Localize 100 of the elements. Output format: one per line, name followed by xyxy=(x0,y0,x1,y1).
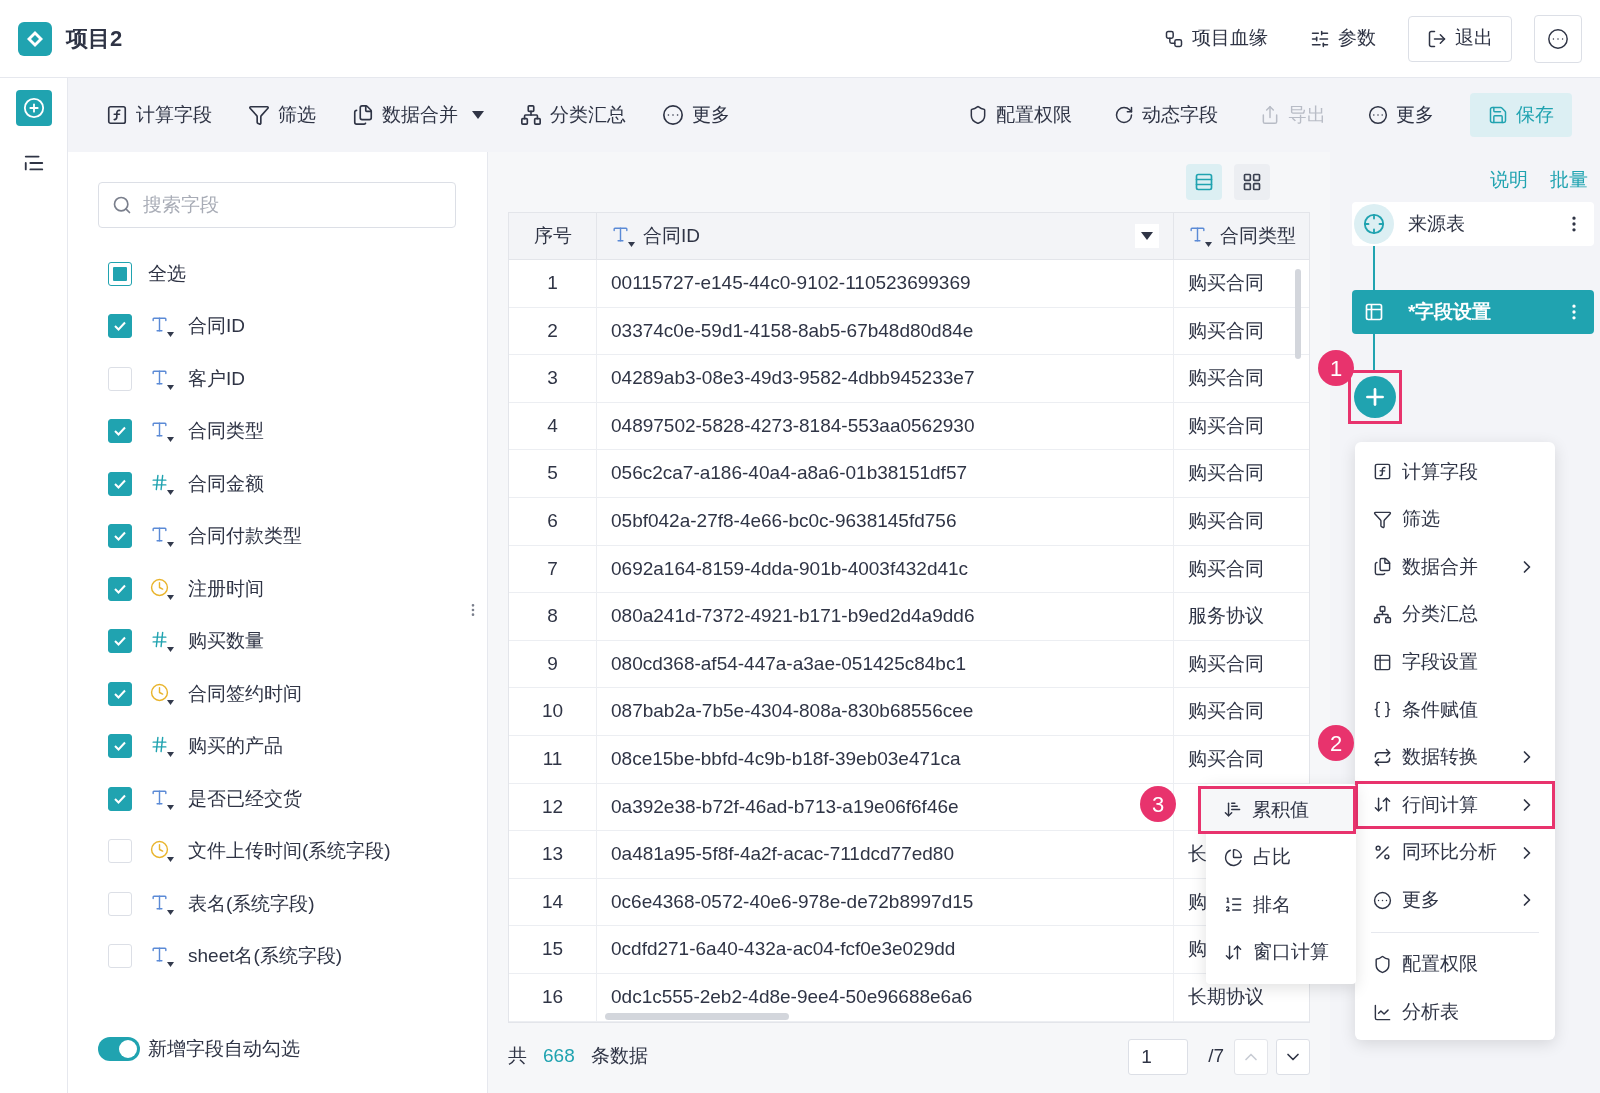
field-label: 购买的产品 xyxy=(188,734,283,758)
toolbar-button[interactable]: 更多 xyxy=(1362,93,1440,137)
number-type-icon xyxy=(150,630,174,653)
table-cell: 03374c0e-59d1-4158-8ab5-67b48d80d84e xyxy=(597,307,1174,355)
sort-arrows-icon xyxy=(1224,943,1243,963)
checkbox[interactable] xyxy=(108,262,132,286)
header-link[interactable]: 项目血缘 xyxy=(1154,15,1278,62)
checkbox[interactable] xyxy=(108,786,132,811)
number-type-icon xyxy=(150,472,174,495)
text-type-icon xyxy=(611,225,635,247)
table-cell: 6 xyxy=(509,497,597,545)
cumulative-icon xyxy=(1223,800,1242,820)
submenu-item[interactable]: 排名 xyxy=(1206,881,1356,929)
number-type-icon xyxy=(150,735,174,758)
table-cell: 4 xyxy=(509,402,597,450)
toolbar-button[interactable]: 分类汇总 xyxy=(510,93,636,137)
menu-item[interactable]: 条件赋值 xyxy=(1365,685,1545,734)
flow-node[interactable]: 来源表 xyxy=(1352,202,1594,246)
add-step-button[interactable] xyxy=(1354,376,1396,418)
hierarchy-icon xyxy=(520,104,542,126)
logout-button[interactable]: 退出 xyxy=(1408,15,1512,62)
toolbar-button[interactable]: 配置权限 xyxy=(962,93,1078,137)
checkbox[interactable] xyxy=(108,471,132,496)
filter-dropdown-icon[interactable] xyxy=(1135,224,1159,248)
checkbox[interactable] xyxy=(108,524,132,549)
checkbox[interactable] xyxy=(108,576,132,601)
checkmark-icon xyxy=(113,739,127,754)
more-icon xyxy=(1368,105,1388,125)
text-type-icon xyxy=(150,892,174,915)
table-cell: 0cdfd271-6a40-432a-ac04-fcf0e3e029dd xyxy=(597,926,1174,973)
more-button[interactable] xyxy=(1534,14,1582,63)
checkbox[interactable] xyxy=(108,314,132,339)
menu-item[interactable]: 配置权限 xyxy=(1365,940,1545,989)
rotate-icon xyxy=(1114,105,1134,125)
submenu-item[interactable]: 占比 xyxy=(1206,833,1356,882)
text-type-icon xyxy=(150,367,174,390)
table-cell: 8 xyxy=(509,593,597,640)
text-type-icon xyxy=(150,525,174,548)
menu-item[interactable]: 字段设置 xyxy=(1365,638,1545,686)
ranking-icon xyxy=(1224,895,1243,915)
field-label: 合同金额 xyxy=(188,471,264,496)
header-link[interactable]: 参数 xyxy=(1300,15,1386,62)
checkbox[interactable] xyxy=(108,419,132,444)
save-icon xyxy=(1488,105,1508,125)
table-cell: 0692a164-8159-4dda-901b-4003f432d41c xyxy=(597,545,1174,593)
more-icon xyxy=(1547,27,1569,50)
table-cell: 9 xyxy=(509,640,597,688)
page-input[interactable]: 1 xyxy=(1128,1038,1189,1075)
table-cell: 7 xyxy=(509,545,597,593)
table-cell: 10 xyxy=(509,688,597,735)
menu-item[interactable]: 分类汇总 xyxy=(1365,590,1545,639)
menu-item[interactable]: 行间计算 xyxy=(1355,781,1555,829)
column-header[interactable]: 合同ID xyxy=(597,213,1174,259)
menu-item[interactable]: 数据合并 xyxy=(1365,543,1545,591)
app-logo-icon xyxy=(18,21,52,56)
menu-item[interactable]: 同环比分析 xyxy=(1365,828,1545,877)
files-icon xyxy=(1373,557,1392,577)
table-cell: 3 xyxy=(509,355,597,402)
clock-type-icon xyxy=(150,577,174,600)
project-title: 项目2 xyxy=(66,25,123,53)
clock-type-icon xyxy=(150,682,174,705)
search-field[interactable]: 搜索字段 xyxy=(98,182,456,228)
export-icon xyxy=(1260,105,1280,125)
rows-icon xyxy=(1194,172,1214,192)
menu-item[interactable]: 数据转换 xyxy=(1365,733,1545,782)
page-total: /7 xyxy=(1208,1044,1224,1069)
filter-icon xyxy=(1373,509,1392,529)
vertical-scrollbar[interactable] xyxy=(1295,269,1301,359)
column-header[interactable]: 序号 xyxy=(509,213,597,259)
toolbar-button[interactable]: 更多 xyxy=(652,93,740,137)
text-type-icon xyxy=(150,945,174,968)
checkbox[interactable] xyxy=(108,734,132,759)
function-icon xyxy=(106,104,128,126)
node-label: *字段设置 xyxy=(1408,299,1492,324)
hierarchy-icon xyxy=(1373,605,1392,625)
menu-item[interactable]: 筛选 xyxy=(1365,495,1545,544)
checkbox[interactable] xyxy=(108,629,132,654)
braces-icon xyxy=(1373,700,1392,720)
checkbox[interactable] xyxy=(108,681,132,706)
toolbar-button[interactable]: 数据合并 xyxy=(342,93,494,137)
add-button[interactable] xyxy=(15,90,52,126)
menu-item[interactable]: 分析表 xyxy=(1365,988,1545,1037)
toolbar-button[interactable]: 动态字段 xyxy=(1108,93,1224,137)
grid-view-button[interactable] xyxy=(1234,164,1270,200)
table-cell: 00115727-e145-44c0-9102-110523699369 xyxy=(597,260,1174,307)
menu-item[interactable]: 计算字段 xyxy=(1365,448,1545,496)
submenu-item[interactable]: 累积值 xyxy=(1198,786,1356,834)
list-view-button[interactable] xyxy=(1186,164,1222,200)
toggle-switch[interactable] xyxy=(98,1036,140,1061)
shield-icon xyxy=(968,105,988,125)
submenu-item[interactable]: 窗口计算 xyxy=(1206,928,1356,977)
menu-item[interactable]: 更多 xyxy=(1365,876,1545,924)
field-label: 合同付款类型 xyxy=(188,524,302,548)
toolbar-button[interactable]: 计算字段 xyxy=(96,93,222,137)
text-type-icon xyxy=(150,420,174,443)
table-cell: 12 xyxy=(509,783,597,831)
field-label: 合同ID xyxy=(188,314,245,338)
table-cell: 05bf042a-27f8-4e66-bc0c-9638145fd756 xyxy=(597,497,1174,545)
horizontal-scrollbar[interactable] xyxy=(605,1012,789,1020)
toolbar-button[interactable]: 筛选 xyxy=(238,93,326,137)
